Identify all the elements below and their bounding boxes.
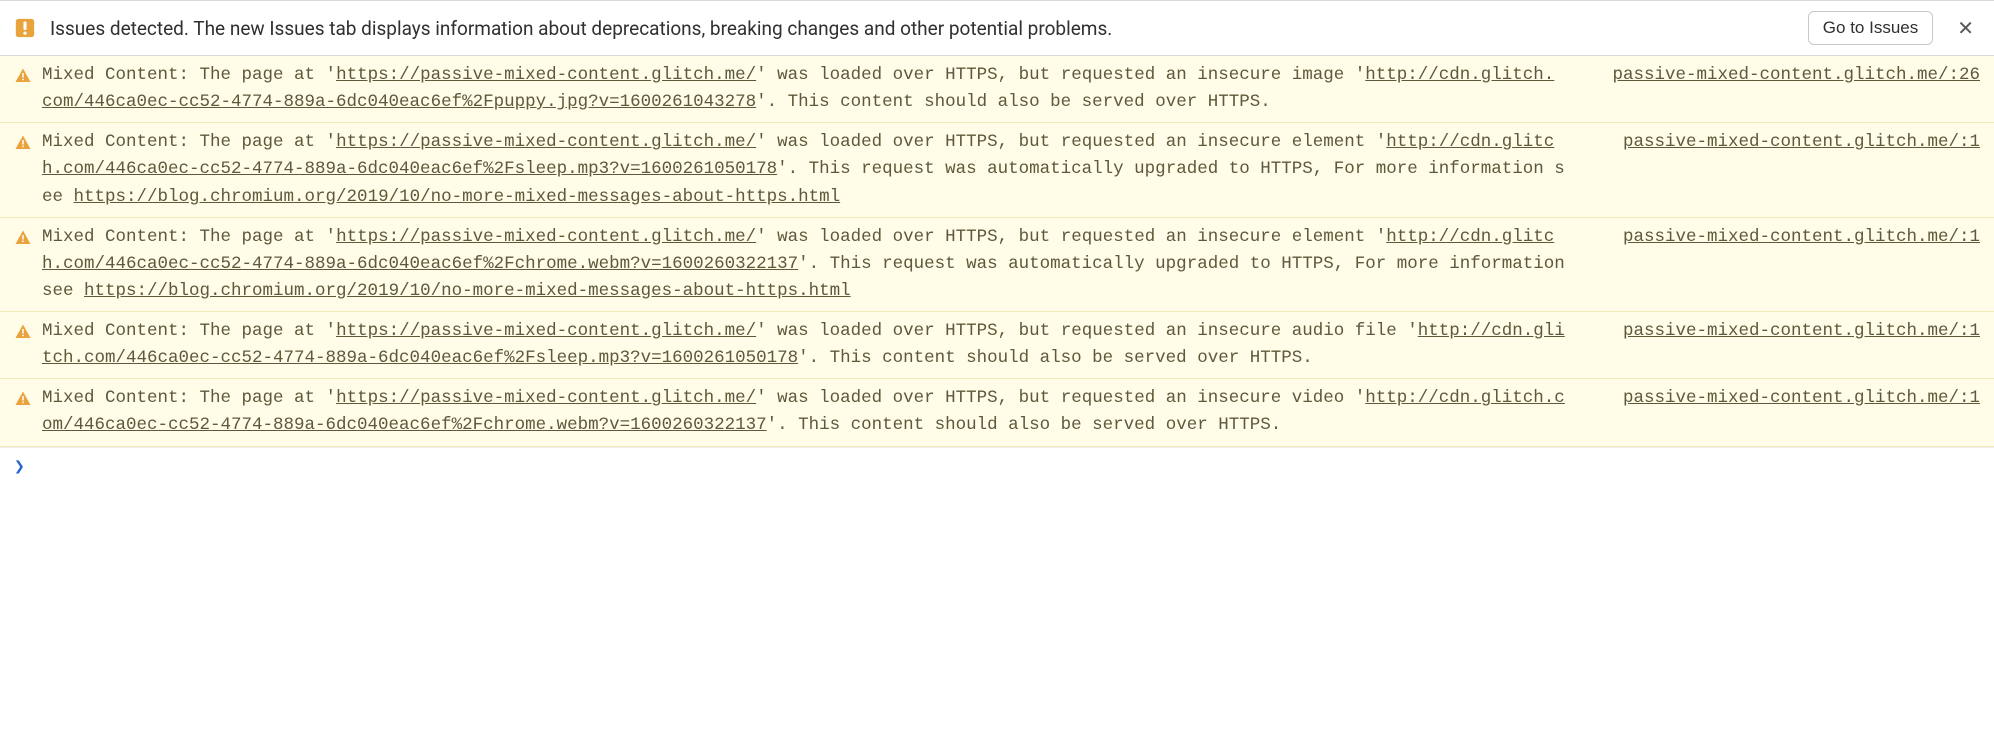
resource-url-link[interactable]: http://cdn.glitch.com/446ca0ec-cc52-4774… (42, 388, 1565, 435)
warning-icon (14, 67, 32, 85)
source-link[interactable]: passive-mixed-content.glitch.me/:26 (1612, 62, 1980, 89)
warning-icon (14, 323, 32, 341)
page-url-link[interactable]: https://passive-mixed-content.glitch.me/ (336, 388, 756, 408)
warning-icon (14, 390, 32, 408)
warning-icon (14, 229, 32, 247)
console-warning-row: Mixed Content: The page at 'https://pass… (0, 123, 1994, 217)
source-link[interactable]: passive-mixed-content.glitch.me/:1 (1623, 318, 1980, 345)
source-link[interactable]: passive-mixed-content.glitch.me/:1 (1623, 224, 1980, 251)
warning-message: Mixed Content: The page at 'https://pass… (42, 318, 1573, 372)
page-url-link[interactable]: https://passive-mixed-content.glitch.me/ (336, 65, 756, 85)
resource-url-link[interactable]: http://cdn.glitch.com/446ca0ec-cc52-4774… (42, 227, 1554, 274)
resource-url-link[interactable]: http://cdn.glitch.com/446ca0ec-cc52-4774… (42, 132, 1554, 179)
warning-icon (14, 134, 32, 152)
more-info-link[interactable]: https://blog.chromium.org/2019/10/no-mor… (84, 281, 851, 301)
warning-message: Mixed Content: The page at 'https://pass… (42, 62, 1562, 116)
page-url-link[interactable]: https://passive-mixed-content.glitch.me/ (336, 227, 756, 247)
page-url-link[interactable]: https://passive-mixed-content.glitch.me/ (336, 321, 756, 341)
warning-message: Mixed Content: The page at 'https://pass… (42, 224, 1573, 305)
console-log: Mixed Content: The page at 'https://pass… (0, 56, 1994, 447)
issues-banner-text: Issues detected. The new Issues tab disp… (50, 17, 1794, 40)
go-to-issues-button[interactable]: Go to Issues (1808, 11, 1933, 45)
page-url-link[interactable]: https://passive-mixed-content.glitch.me/ (336, 132, 756, 152)
console-warning-row: Mixed Content: The page at 'https://pass… (0, 218, 1994, 312)
close-icon[interactable]: ✕ (1947, 18, 1980, 38)
more-info-link[interactable]: https://blog.chromium.org/2019/10/no-mor… (74, 187, 841, 207)
issues-icon (14, 17, 36, 39)
console-warning-row: Mixed Content: The page at 'https://pass… (0, 379, 1994, 446)
console-warning-row: Mixed Content: The page at 'https://pass… (0, 56, 1994, 123)
issues-banner: Issues detected. The new Issues tab disp… (0, 0, 1994, 56)
resource-url-link[interactable]: http://cdn.glitch.com/446ca0ec-cc52-4774… (42, 321, 1565, 368)
warning-message: Mixed Content: The page at 'https://pass… (42, 385, 1573, 439)
console-warning-row: Mixed Content: The page at 'https://pass… (0, 312, 1994, 379)
resource-url-link[interactable]: http://cdn.glitch.com/446ca0ec-cc52-4774… (42, 65, 1554, 112)
prompt-chevron-icon: ❯ (14, 456, 25, 477)
warning-message: Mixed Content: The page at 'https://pass… (42, 129, 1573, 210)
source-link[interactable]: passive-mixed-content.glitch.me/:1 (1623, 385, 1980, 412)
console-prompt[interactable]: ❯ (0, 447, 1994, 485)
source-link[interactable]: passive-mixed-content.glitch.me/:1 (1623, 129, 1980, 156)
